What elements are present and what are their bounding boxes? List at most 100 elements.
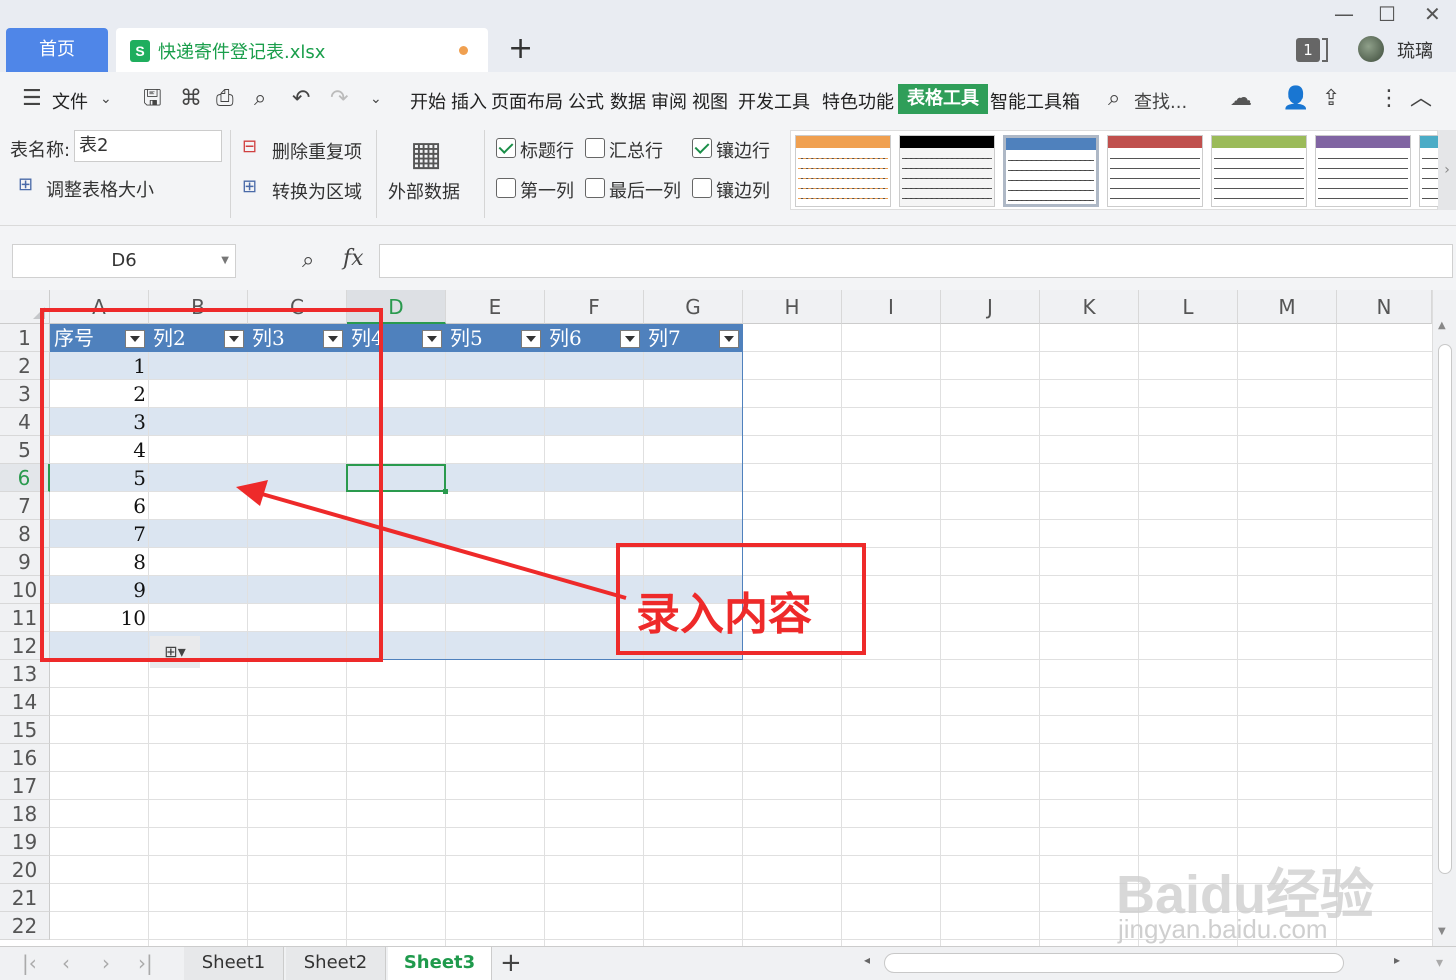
row-header-19[interactable]: 19 bbox=[0, 828, 50, 856]
menu-table-tools[interactable]: 表格工具 bbox=[898, 84, 988, 114]
column-header-M[interactable]: M bbox=[1238, 290, 1337, 324]
row-header-21[interactable]: 21 bbox=[0, 884, 50, 912]
scroll-right-icon[interactable]: ▸ bbox=[1394, 953, 1400, 967]
search-icon[interactable]: ⌕ bbox=[1108, 86, 1120, 112]
prev-sheet-icon[interactable]: ‹ bbox=[62, 951, 70, 975]
table-header-cell[interactable]: 列6 bbox=[545, 324, 582, 352]
last-sheet-icon[interactable]: ›| bbox=[138, 951, 153, 975]
column-header-E[interactable]: E bbox=[446, 290, 545, 324]
resize-table-button[interactable]: 调整表格大小 bbox=[46, 176, 154, 202]
minimize-icon[interactable]: — bbox=[1334, 2, 1354, 26]
collapse-ribbon-icon[interactable]: ︿ bbox=[1410, 86, 1432, 112]
zoom-icon[interactable]: ⌕ bbox=[302, 248, 314, 273]
next-sheet-icon[interactable]: › bbox=[102, 951, 110, 975]
column-header-I[interactable]: I bbox=[842, 290, 941, 324]
save-icon[interactable]: 🖫 bbox=[143, 86, 162, 112]
table-style-swatch[interactable] bbox=[1315, 135, 1411, 207]
horizontal-scrollbar[interactable]: ◂ ▸ bbox=[864, 951, 1404, 975]
menu-special-features[interactable]: 特色功能 bbox=[822, 88, 894, 114]
remove-duplicates-button[interactable]: 删除重复项 bbox=[272, 138, 362, 164]
row-header-16[interactable]: 16 bbox=[0, 744, 50, 772]
row-header-18[interactable]: 18 bbox=[0, 800, 50, 828]
column-header-H[interactable]: H bbox=[743, 290, 842, 324]
maximize-icon[interactable]: ☐ bbox=[1378, 2, 1396, 26]
avatar[interactable] bbox=[1358, 36, 1384, 62]
sheet-tab-sheet3[interactable]: Sheet3 bbox=[388, 947, 492, 980]
column-header-K[interactable]: K bbox=[1040, 290, 1139, 324]
insert-function-icon[interactable]: fx bbox=[343, 246, 364, 271]
table-style-swatch[interactable] bbox=[1107, 135, 1203, 207]
undo-icon[interactable]: ↶ bbox=[292, 86, 310, 112]
filter-dropdown-icon[interactable] bbox=[521, 330, 541, 348]
menu-view[interactable]: 视图 bbox=[692, 88, 728, 114]
sheet-bar-menu-icon[interactable]: ▾ bbox=[1436, 955, 1443, 971]
scroll-down-icon[interactable]: ▼ bbox=[1438, 926, 1446, 937]
username[interactable]: 琉璃 bbox=[1397, 37, 1433, 63]
menu-developer[interactable]: 开发工具 bbox=[738, 88, 810, 114]
hamburger-menu-icon[interactable]: ☰ bbox=[22, 86, 42, 112]
row-header-15[interactable]: 15 bbox=[0, 716, 50, 744]
document-tab[interactable]: S 快递寄件登记表.xlsx bbox=[116, 28, 488, 72]
table-style-swatch[interactable] bbox=[795, 135, 891, 207]
table-header-cell[interactable]: 列7 bbox=[644, 324, 681, 352]
menu-file[interactable]: 文件 bbox=[52, 88, 88, 114]
scroll-up-icon[interactable]: ▲ bbox=[1438, 320, 1446, 331]
vertical-scrollbar[interactable]: ▲ ▼ bbox=[1432, 290, 1456, 946]
new-tab-button[interactable]: + bbox=[508, 34, 533, 64]
chevron-down-icon[interactable]: ⌄ bbox=[100, 86, 112, 112]
filter-dropdown-icon[interactable] bbox=[422, 330, 442, 348]
last-column-checkbox[interactable] bbox=[585, 178, 605, 198]
row-header-20[interactable]: 20 bbox=[0, 856, 50, 884]
filter-dropdown-icon[interactable] bbox=[620, 330, 640, 348]
total-row-checkbox[interactable] bbox=[585, 138, 605, 158]
formula-input[interactable] bbox=[379, 244, 1453, 278]
more-options-icon[interactable]: ⋮ bbox=[1378, 86, 1400, 112]
cloud-sync-icon[interactable]: ☁ bbox=[1230, 86, 1252, 112]
menu-data[interactable]: 数据 bbox=[610, 88, 646, 114]
menu-page-layout[interactable]: 页面布局 bbox=[491, 88, 563, 114]
menu-formulas[interactable]: 公式 bbox=[568, 88, 604, 114]
name-box-dropdown-icon[interactable]: ▼ bbox=[221, 245, 229, 277]
row-header-22[interactable]: 22 bbox=[0, 912, 50, 940]
banded-rows-checkbox[interactable] bbox=[692, 138, 712, 158]
sheet-tab-sheet1[interactable]: Sheet1 bbox=[184, 947, 284, 980]
column-header-N[interactable]: N bbox=[1337, 290, 1432, 324]
table-header-cell[interactable]: 列5 bbox=[446, 324, 483, 352]
header-row-checkbox[interactable] bbox=[496, 138, 516, 158]
home-tab[interactable]: 首页 bbox=[6, 28, 108, 72]
menu-start[interactable]: 开始 bbox=[410, 88, 446, 114]
first-sheet-icon[interactable]: |‹ bbox=[22, 951, 37, 975]
table-style-swatch[interactable] bbox=[1003, 135, 1099, 207]
customize-toolbar-icon[interactable]: ⌄ bbox=[370, 86, 382, 112]
first-column-checkbox[interactable] bbox=[496, 178, 516, 198]
banded-columns-checkbox[interactable] bbox=[692, 178, 712, 198]
share-icon[interactable]: ⇪ bbox=[1322, 86, 1340, 112]
styles-gallery-scroll[interactable]: › bbox=[1438, 130, 1456, 210]
format-painter-icon[interactable]: ⌘ bbox=[180, 86, 202, 112]
window-counter-badge[interactable]: 1 bbox=[1296, 38, 1320, 62]
table-style-swatch[interactable] bbox=[899, 135, 995, 207]
add-sheet-button[interactable]: + bbox=[500, 947, 522, 979]
print-preview-icon[interactable]: ⌕ bbox=[254, 86, 266, 112]
column-header-G[interactable]: G bbox=[644, 290, 743, 324]
row-header-14[interactable]: 14 bbox=[0, 688, 50, 716]
menu-insert[interactable]: 插入 bbox=[451, 88, 487, 114]
print-icon[interactable]: ⎙ bbox=[216, 86, 234, 112]
column-header-L[interactable]: L bbox=[1139, 290, 1238, 324]
row-header-17[interactable]: 17 bbox=[0, 772, 50, 800]
convert-to-range-button[interactable]: 转换为区域 bbox=[272, 178, 362, 204]
vertical-scroll-thumb[interactable] bbox=[1438, 344, 1452, 874]
table-style-swatch[interactable] bbox=[1211, 135, 1307, 207]
redo-icon[interactable]: ↷ bbox=[330, 86, 348, 112]
row-header-13[interactable]: 13 bbox=[0, 660, 50, 688]
menu-smart-toolbox[interactable]: 智能工具箱 bbox=[990, 88, 1080, 114]
search-command[interactable]: 查找... bbox=[1134, 88, 1187, 114]
menu-review[interactable]: 审阅 bbox=[651, 88, 687, 114]
share-user-icon[interactable]: 👤 bbox=[1282, 86, 1309, 112]
column-header-F[interactable]: F bbox=[545, 290, 644, 324]
filter-dropdown-icon[interactable] bbox=[719, 330, 739, 348]
close-icon[interactable]: ✕ bbox=[1424, 2, 1441, 26]
column-header-J[interactable]: J bbox=[941, 290, 1040, 324]
horizontal-scroll-thumb[interactable] bbox=[884, 953, 1344, 973]
scroll-left-icon[interactable]: ◂ bbox=[864, 953, 870, 967]
